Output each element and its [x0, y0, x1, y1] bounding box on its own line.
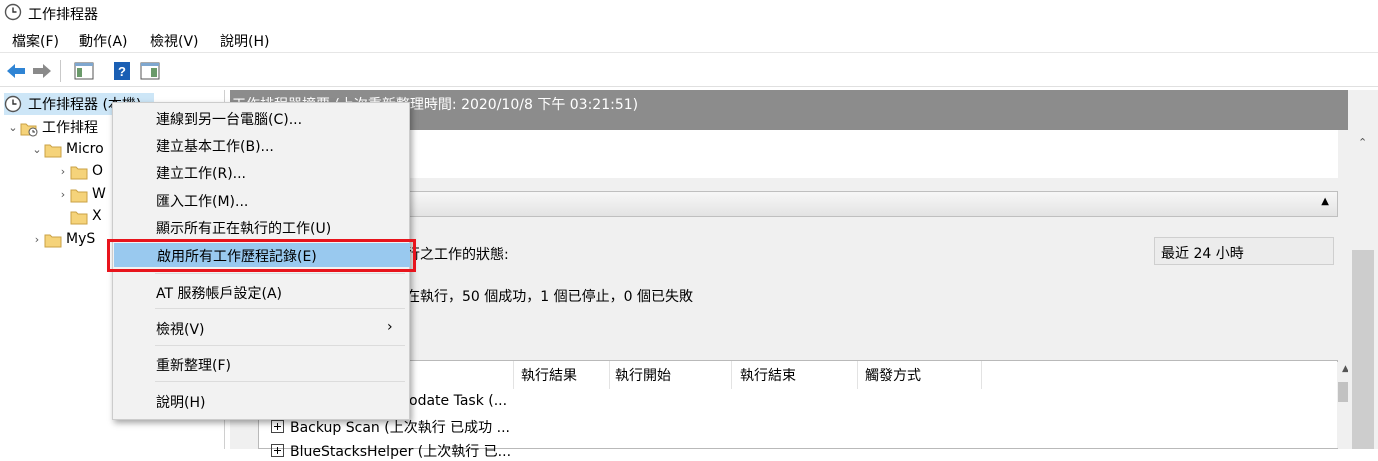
expand-plus-icon[interactable]	[271, 420, 284, 433]
tree-item-child-w[interactable]: › W	[56, 183, 106, 205]
tree-item-library[interactable]: ⌄ 工作排程	[6, 116, 98, 138]
menu-item-label: 檢視(V)	[156, 322, 205, 338]
column-divider[interactable]	[857, 361, 858, 389]
tree-item-child-x[interactable]: X	[70, 205, 102, 227]
chevron-down-icon[interactable]: ⌄	[30, 143, 44, 156]
menu-item-label: 建立基本工作(B)...	[156, 139, 274, 155]
tree-child-label: W	[92, 186, 106, 202]
menu-separator	[155, 308, 405, 309]
back-arrow-icon[interactable]	[4, 59, 28, 83]
tree-library-label: 工作排程	[42, 120, 98, 136]
expand-plus-icon[interactable]	[271, 444, 284, 457]
folder-icon	[44, 233, 62, 247]
clock-icon	[4, 3, 22, 21]
tree-item-mys[interactable]: › MyS	[30, 228, 95, 250]
title-bar: 工作排程器	[0, 0, 1378, 26]
menu-item-label: AT 服務帳戶設定(A)	[156, 286, 282, 302]
column-header-result[interactable]: 執行結果	[521, 365, 577, 385]
toolbar: ?	[0, 56, 1378, 87]
tree-child-label: X	[92, 208, 102, 224]
collapse-caret-icon[interactable]: ▲	[1321, 196, 1329, 207]
tree-mys-label: MyS	[66, 231, 96, 247]
menu-separator	[155, 381, 405, 382]
tree-microsoft-label: Micro	[66, 141, 104, 157]
tree-item-child-o[interactable]: › O	[56, 160, 103, 182]
chevron-down-icon[interactable]: ⌄	[6, 121, 20, 134]
menu-file[interactable]: 檔案(F)	[12, 31, 59, 51]
menu-item-label: 重新整理(F)	[156, 358, 231, 374]
svg-text:?: ?	[118, 64, 126, 79]
menu-help[interactable]: 說明(H)	[220, 31, 269, 51]
menu-action[interactable]: 動作(A)	[79, 31, 128, 51]
folder-icon	[70, 188, 88, 202]
menu-item-create-basic-task[interactable]: 建立基本工作(B)...	[113, 133, 409, 157]
menu-item-label: 連線到另一台電腦(C)...	[156, 112, 303, 128]
table-row[interactable]: Backup Scan (上次執行 已成功 ...	[271, 417, 510, 437]
chevron-right-icon[interactable]: ›	[56, 165, 70, 178]
time-range-select[interactable]: 最近 24 小時 ⌄	[1154, 237, 1334, 265]
column-divider[interactable]	[981, 361, 982, 389]
task-status-label: 行之工作的狀態:	[406, 247, 509, 263]
menu-view[interactable]: 檢視(V)	[150, 31, 199, 51]
table-row[interactable]: odate Task (...	[409, 393, 507, 409]
scroll-up-icon[interactable]: ⌃	[1358, 136, 1367, 149]
tree-child-label: O	[92, 163, 104, 179]
forward-arrow-icon[interactable]	[30, 59, 54, 83]
pane-scrollbar[interactable]: ⌃	[1348, 130, 1378, 449]
folder-icon	[44, 143, 62, 157]
menu-item-display-running[interactable]: 顯示所有正在執行的工作(U)	[113, 215, 409, 239]
column-divider[interactable]	[731, 361, 732, 389]
menu-item-create-task[interactable]: 建立工作(R)...	[113, 160, 409, 184]
column-divider[interactable]	[609, 361, 610, 389]
column-header-end[interactable]: 執行結束	[740, 365, 796, 385]
submenu-arrow-icon: ›	[387, 319, 393, 335]
menu-item-connect[interactable]: 連線到另一台電腦(C)...	[113, 106, 409, 130]
menu-item-at-account[interactable]: AT 服務帳戶設定(A)	[113, 280, 409, 304]
chevron-right-icon[interactable]: ›	[56, 188, 70, 201]
menu-item-label: 顯示所有正在執行的工作(U)	[156, 221, 332, 237]
folder-icon	[70, 165, 88, 179]
menu-separator	[155, 273, 405, 274]
window-title: 工作排程器	[28, 7, 98, 23]
column-header-start[interactable]: 執行開始	[615, 365, 671, 385]
help-icon[interactable]: ?	[110, 59, 134, 83]
column-divider[interactable]	[513, 361, 514, 389]
folder-clock-icon	[20, 121, 38, 136]
tree-item-microsoft[interactable]: ⌄ Micro	[30, 138, 104, 160]
menu-item-import-task[interactable]: 匯入工作(M)...	[113, 188, 409, 212]
menu-bar: 檔案(F) 動作(A) 檢視(V) 說明(H)	[0, 28, 1378, 53]
menu-item-label: 說明(H)	[156, 395, 206, 411]
table-row-label: BlueStacksHelper (上次執行 已...	[290, 444, 512, 460]
task-status-table: 執行結果 執行開始 執行結束 觸發方式 odate Task (... Back…	[258, 360, 1357, 460]
column-header-trigger[interactable]: 觸發方式	[865, 365, 921, 385]
clock-icon	[4, 95, 22, 113]
folder-icon	[70, 210, 88, 224]
show-hide-action-pane-icon[interactable]	[138, 59, 162, 83]
highlight-annotation-box	[107, 239, 416, 272]
table-row[interactable]: BlueStacksHelper (上次執行 已...	[271, 441, 511, 461]
chevron-right-icon[interactable]: ›	[30, 233, 44, 246]
task-status-counts: 在執行，50 個成功，1 個已停止，0 個已失敗	[406, 289, 693, 305]
table-row-label: Backup Scan (上次執行 已成功 ...	[290, 420, 510, 436]
scroll-thumb[interactable]	[1352, 250, 1374, 449]
menu-item-label: 建立工作(R)...	[156, 166, 247, 182]
menu-item-label: 匯入工作(M)...	[156, 194, 249, 210]
menu-item-help[interactable]: 說明(H)	[113, 389, 409, 413]
show-hide-tree-icon[interactable]	[72, 59, 96, 83]
chevron-down-icon: ⌄	[1161, 243, 1171, 256]
menu-separator	[155, 345, 405, 346]
menu-item-refresh[interactable]: 重新整理(F)	[113, 352, 409, 376]
toolbar-separator	[60, 60, 61, 82]
menu-item-view[interactable]: 檢視(V) ›	[113, 316, 409, 340]
